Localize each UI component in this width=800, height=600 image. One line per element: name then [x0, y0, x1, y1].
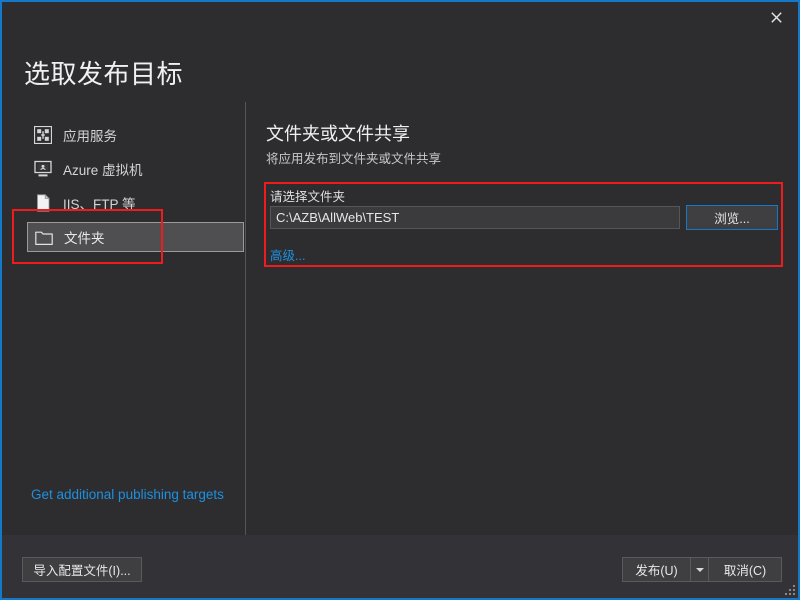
app-service-icon [32, 124, 54, 146]
publish-button[interactable]: 发布(U) [622, 557, 690, 582]
sidebar-item-label: 应用服务 [63, 125, 117, 145]
sidebar-item-label: 文件夹 [64, 227, 105, 247]
publish-dropdown-button[interactable] [690, 557, 710, 582]
folder-selection-group: 请选择文件夹 浏览... 高级... [264, 182, 784, 266]
document-icon [32, 192, 54, 214]
page-title: 选取发布目标 [24, 54, 183, 91]
content-area: 应用服务 Azure 虚拟机 [2, 102, 798, 535]
title-bar [2, 2, 798, 36]
footer-bar: 导入配置文件(I)... 发布(U) 取消(C) CSDN @九城丶 [2, 535, 798, 598]
sidebar-item-azure-vm[interactable]: Azure 虚拟机 [27, 154, 244, 184]
detail-title: 文件夹或文件共享 [266, 120, 410, 146]
detail-subtitle: 将应用发布到文件夹或文件共享 [266, 148, 441, 167]
resize-grip[interactable] [782, 582, 795, 595]
detail-pane: 文件夹或文件共享 将应用发布到文件夹或文件共享 请选择文件夹 浏览... 高级.… [246, 102, 798, 535]
publish-target-dialog: 选取发布目标 应用服务 [0, 0, 800, 600]
sidebar-item-app-service[interactable]: 应用服务 [27, 120, 244, 150]
folder-field-label: 请选择文件夹 [270, 186, 345, 205]
sidebar-item-iis-ftp[interactable]: IIS、FTP 等 [27, 188, 244, 218]
close-icon[interactable] [754, 2, 798, 32]
sidebar-item-label: IIS、FTP 等 [63, 193, 136, 213]
publish-target-list: 应用服务 Azure 虚拟机 [2, 102, 245, 535]
cancel-button[interactable]: 取消(C) [708, 557, 782, 582]
sidebar-item-label: Azure 虚拟机 [63, 159, 143, 179]
folder-path-input[interactable] [270, 206, 680, 229]
browse-button[interactable]: 浏览... [686, 205, 778, 230]
chevron-down-icon [696, 568, 704, 572]
sidebar-item-folder[interactable]: 文件夹 [27, 222, 244, 252]
azure-vm-icon [32, 158, 54, 180]
folder-icon [33, 226, 55, 248]
get-additional-publishing-targets-link[interactable]: Get additional publishing targets [31, 487, 224, 502]
advanced-settings-link[interactable]: 高级... [270, 245, 305, 264]
import-profile-button[interactable]: 导入配置文件(I)... [22, 557, 142, 582]
